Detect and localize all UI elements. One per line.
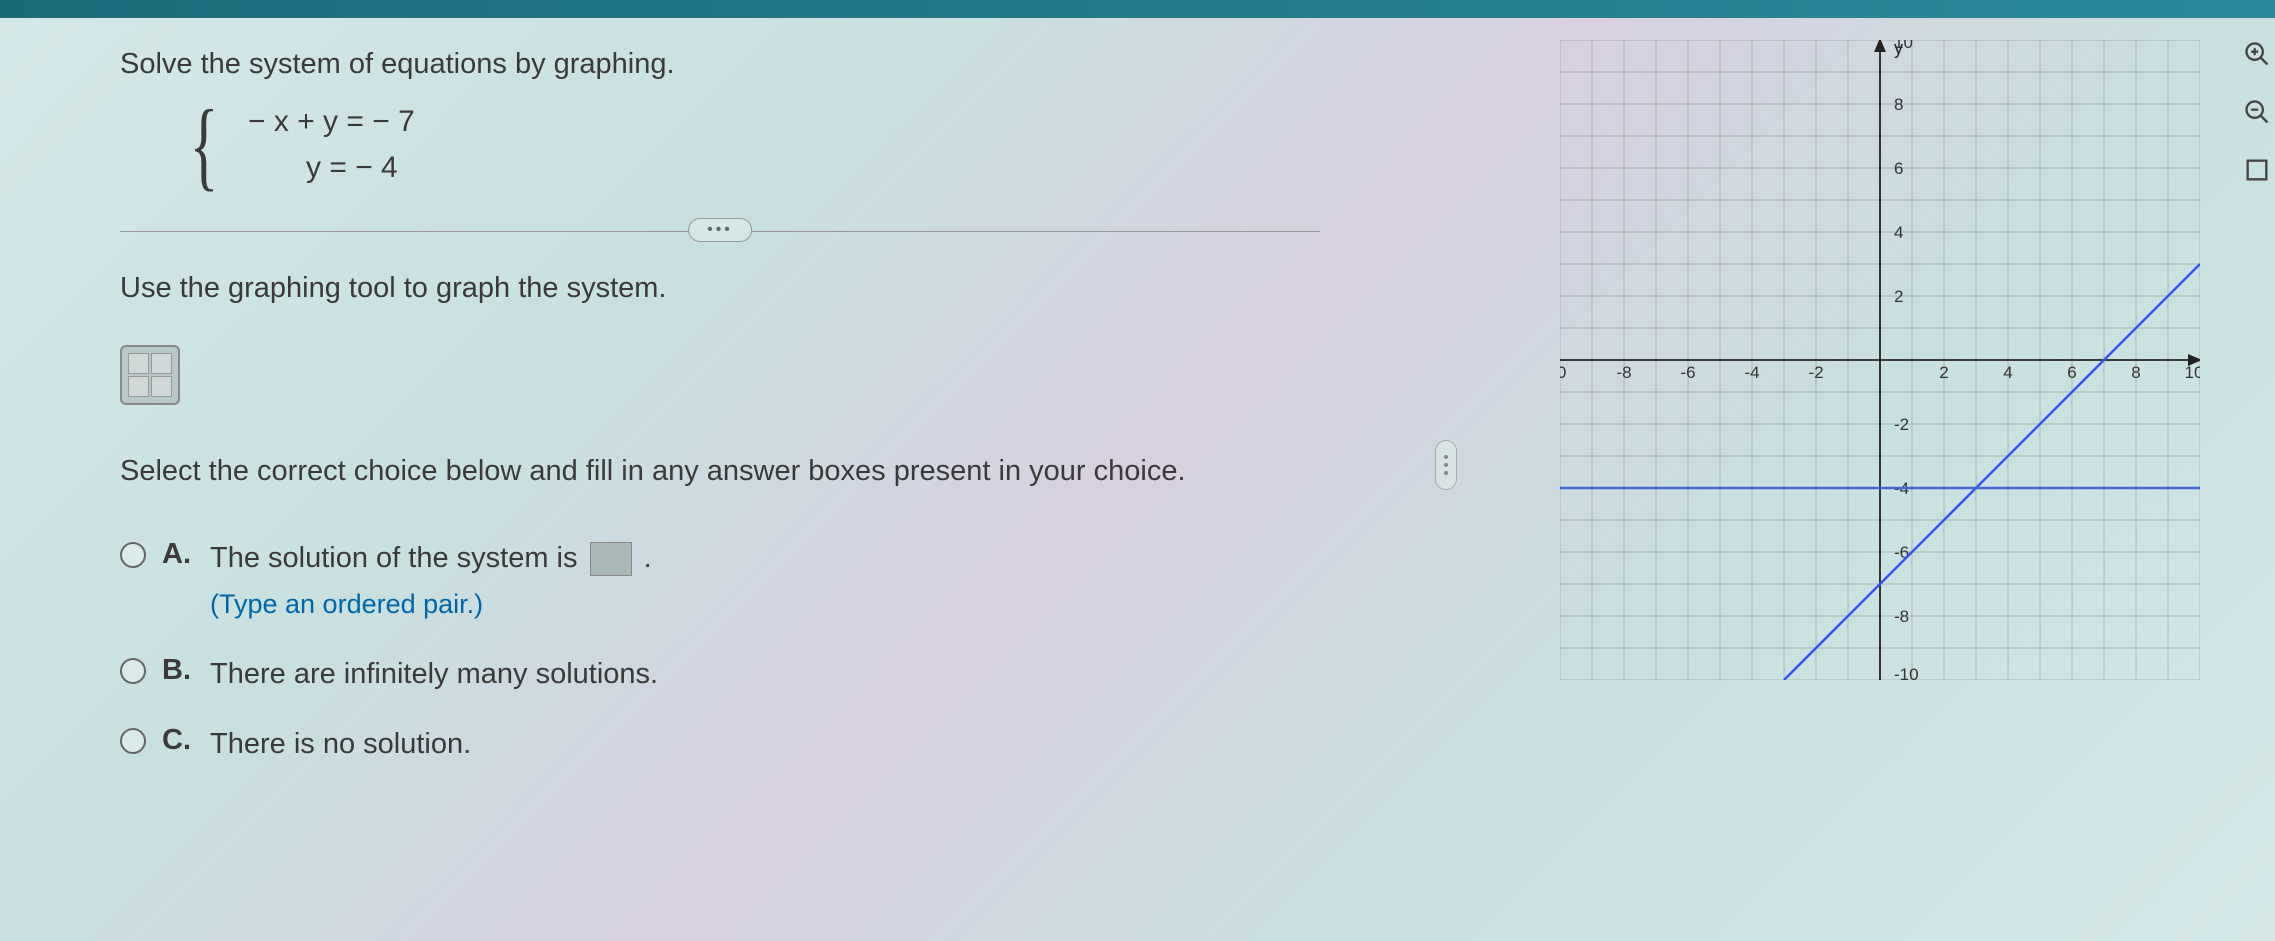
choice-b-text: There are infinitely many solutions. xyxy=(210,654,658,694)
svg-text:2: 2 xyxy=(1894,287,1903,306)
question-panel: Solve the system of equations by graphin… xyxy=(120,48,1400,794)
svg-text:-10: -10 xyxy=(1560,363,1566,382)
zoom-out-icon[interactable] xyxy=(2243,98,2271,126)
zoom-in-icon[interactable] xyxy=(2243,40,2271,68)
choice-a-hint: (Type an ordered pair.) xyxy=(210,584,652,624)
choice-c-letter: C. xyxy=(162,724,192,757)
svg-text:-6: -6 xyxy=(1894,543,1909,562)
graph-instruction: Use the graphing tool to graph the syste… xyxy=(120,272,1400,305)
radio-c[interactable] xyxy=(120,728,146,754)
choice-b: B. There are infinitely many solutions. xyxy=(120,654,1400,694)
choice-a-before: The solution of the system is xyxy=(210,542,586,574)
svg-text:8: 8 xyxy=(2131,363,2140,382)
window-title-bar xyxy=(0,0,2275,18)
svg-text:-8: -8 xyxy=(1616,363,1631,382)
svg-text:6: 6 xyxy=(1894,159,1903,178)
graph-canvas[interactable]: y x -10 -8 -6 -4 -2 2 4 6 8 10 10 8 6 4 … xyxy=(1560,40,2200,680)
ellipsis-icon[interactable]: ••• xyxy=(688,218,752,242)
choice-c-text: There is no solution. xyxy=(210,724,471,764)
question-prompt: Solve the system of equations by graphin… xyxy=(120,48,1400,81)
graph-line-1[interactable] xyxy=(1784,264,2200,680)
radio-a[interactable] xyxy=(120,542,146,568)
y-axis-arrow xyxy=(1874,40,1886,52)
right-toolbar xyxy=(2239,40,2275,184)
svg-text:-2: -2 xyxy=(1894,415,1909,434)
equation-1: − x + y = − 7 xyxy=(248,99,415,145)
graph-tool-button[interactable] xyxy=(120,345,180,405)
svg-text:-2: -2 xyxy=(1808,363,1823,382)
choice-a-text: The solution of the system is . (Type an… xyxy=(210,538,652,624)
coordinate-graph[interactable]: y x -10 -8 -6 -4 -2 2 4 6 8 10 10 8 6 4 … xyxy=(1560,40,2200,680)
svg-text:4: 4 xyxy=(1894,223,1903,242)
choice-b-letter: B. xyxy=(162,654,192,687)
choice-c: C. There is no solution. xyxy=(120,724,1400,764)
svg-text:-6: -6 xyxy=(1680,363,1695,382)
equation-2: y = − 4 xyxy=(248,145,415,191)
svg-text:6: 6 xyxy=(2067,363,2076,382)
radio-b[interactable] xyxy=(120,658,146,684)
section-divider: ••• xyxy=(120,231,1320,232)
equation-system: { − x + y = − 7 y = − 4 xyxy=(180,99,1400,191)
left-brace: { xyxy=(190,105,219,185)
choice-a-after: . xyxy=(644,542,652,574)
svg-text:-8: -8 xyxy=(1894,607,1909,626)
svg-text:10: 10 xyxy=(2185,363,2200,382)
svg-text:8: 8 xyxy=(1894,95,1903,114)
equations: − x + y = − 7 y = − 4 xyxy=(248,99,415,191)
svg-text:2: 2 xyxy=(1939,363,1948,382)
svg-text:-10: -10 xyxy=(1894,665,1919,680)
svg-text:-4: -4 xyxy=(1744,363,1759,382)
panel-resize-handle[interactable] xyxy=(1435,440,1457,490)
svg-text:10: 10 xyxy=(1894,40,1913,52)
svg-text:4: 4 xyxy=(2003,363,2012,382)
choice-a: A. The solution of the system is . (Type… xyxy=(120,538,1400,624)
answer-input-box[interactable] xyxy=(590,542,632,576)
choice-a-letter: A. xyxy=(162,538,192,571)
select-instruction: Select the correct choice below and fill… xyxy=(120,455,1400,488)
fullscreen-icon[interactable] xyxy=(2243,156,2271,184)
